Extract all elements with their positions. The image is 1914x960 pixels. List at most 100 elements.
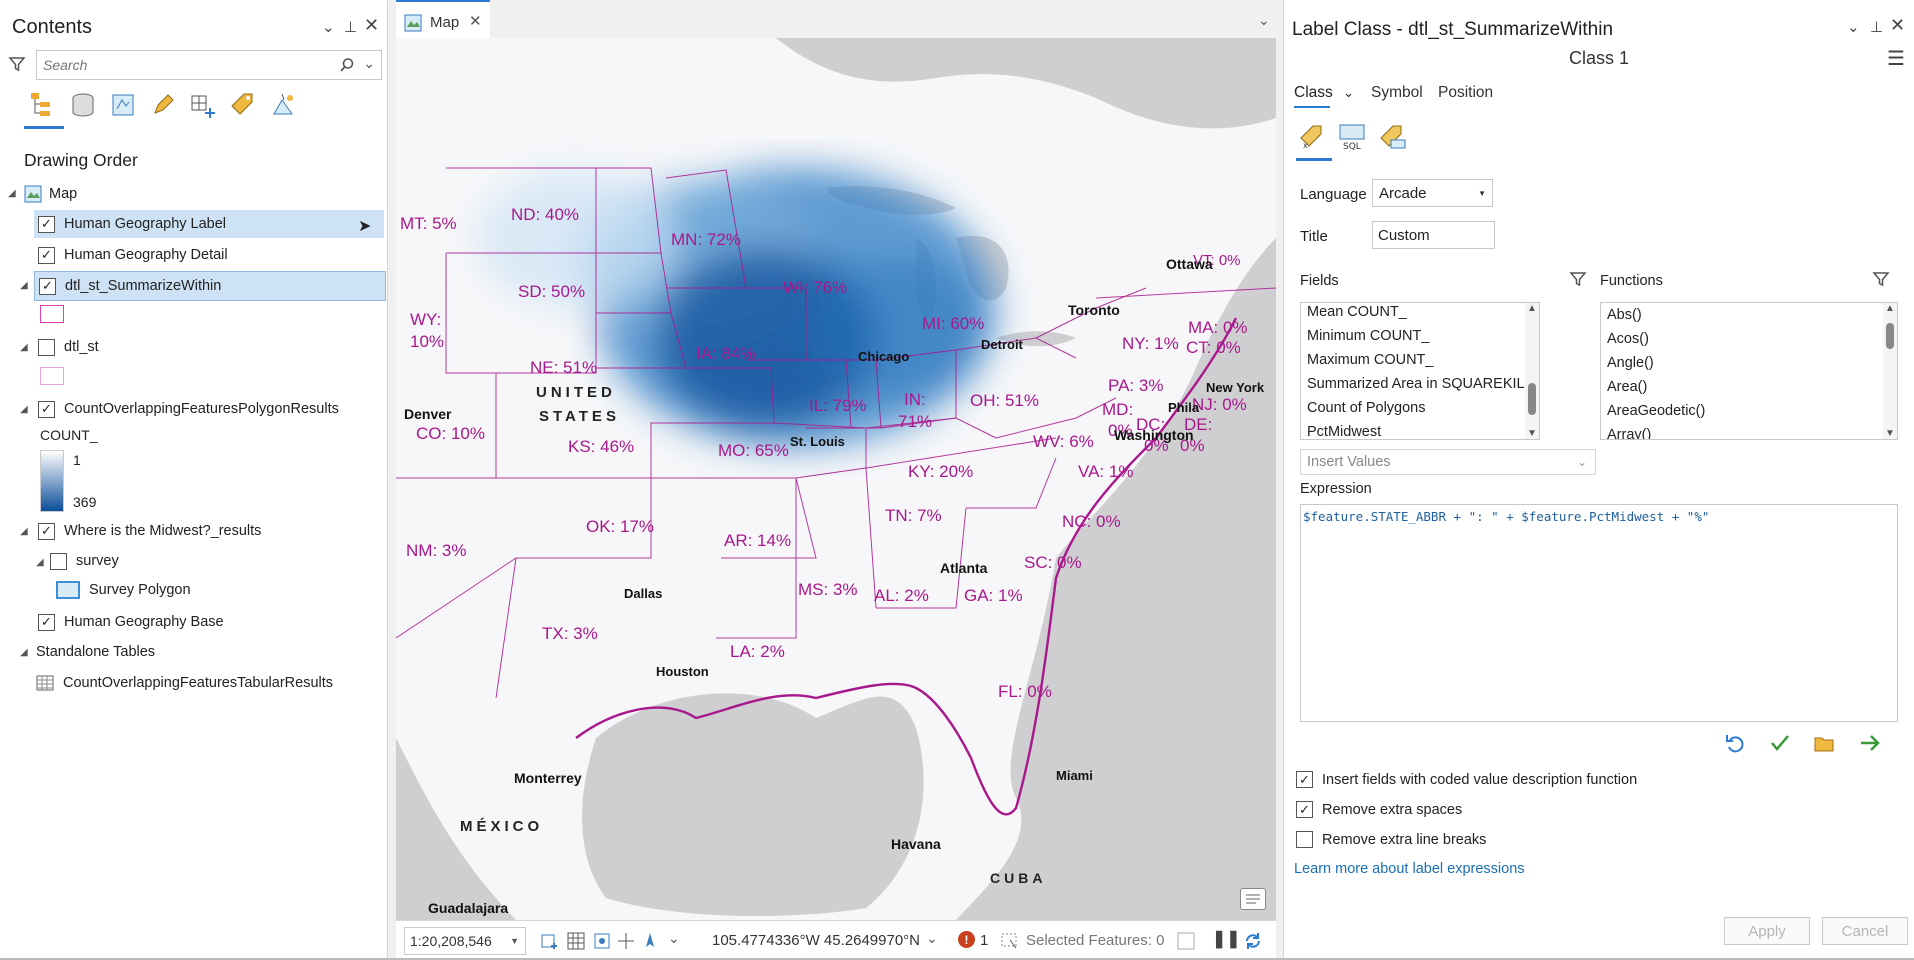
north-arrow-icon[interactable] <box>640 931 664 951</box>
zoom-to-selection-icon[interactable] <box>1176 931 1196 951</box>
layer-count-overlapping[interactable]: ✓ CountOverlappingFeaturesPolygonResults <box>34 395 339 423</box>
remove-line-breaks-checkbox-row[interactable]: Remove extra line breaks <box>1296 831 1486 848</box>
scroll-down-icon[interactable]: ▼ <box>1885 428 1895 439</box>
collapse-triangle-icon[interactable]: ◢ <box>20 342 28 353</box>
menu-icon[interactable]: ☰ <box>1887 46 1905 71</box>
collapse-triangle-icon[interactable]: ◢ <box>20 404 28 415</box>
list-by-snapping-icon[interactable] <box>186 88 220 122</box>
table-count-overlapping-tabular[interactable]: CountOverlappingFeaturesTabularResults <box>36 669 333 697</box>
layer-human-geography-base[interactable]: ✓ Human Geography Base <box>34 608 224 636</box>
field-item[interactable]: Minimum COUNT_ <box>1307 328 1429 344</box>
list-by-drawing-order-icon[interactable] <box>26 88 60 122</box>
chevron-down-icon[interactable]: ⌄ <box>322 18 335 36</box>
search-input[interactable] <box>37 51 317 79</box>
field-item[interactable]: PctMidwest <box>1307 424 1381 439</box>
tab-class[interactable]: Class ⌄ <box>1294 84 1354 102</box>
contents-search[interactable]: ⌄ <box>36 50 382 80</box>
chevron-down-icon[interactable]: ⌄ <box>926 930 938 947</box>
grid-icon[interactable] <box>566 931 586 951</box>
layer-survey[interactable]: survey <box>48 547 119 575</box>
tab-symbol[interactable]: Symbol <box>1371 84 1423 102</box>
layer-human-geography-label[interactable]: ✓ Human Geography Label ➤ <box>34 210 384 238</box>
undo-icon[interactable] <box>1724 732 1746 754</box>
list-by-labeling-icon[interactable] <box>226 88 260 122</box>
insert-values-dropdown[interactable]: Insert Values ⌄ <box>1300 449 1596 475</box>
scroll-up-icon[interactable]: ▲ <box>1527 303 1537 314</box>
chevron-down-icon[interactable]: ⌄ <box>1847 18 1860 36</box>
layer-symbol-swatch[interactable] <box>40 305 64 323</box>
refresh-icon[interactable] <box>1242 930 1264 952</box>
collapse-triangle-icon[interactable]: ◢ <box>36 557 44 568</box>
fixed-zoom-icon[interactable] <box>540 931 560 951</box>
function-item[interactable]: Array() <box>1607 427 1651 439</box>
pin-icon[interactable]: ⊥ <box>1870 18 1883 36</box>
layer-dtl-st[interactable]: dtl_st <box>34 333 99 361</box>
learn-more-link[interactable]: Learn more about label expressions <box>1294 861 1525 877</box>
chevron-down-icon[interactable]: ⌄ <box>1258 12 1270 29</box>
field-item[interactable]: Count of Polygons <box>1307 400 1426 416</box>
layer-dtl-st-summarizewithin[interactable]: ✓ dtl_st_SummarizeWithin <box>34 271 386 301</box>
map-canvas[interactable]: MT: 5% ND: 40% MN: 72% SD: 50% WI: 76% W… <box>396 38 1276 920</box>
export-arrow-icon[interactable] <box>1859 732 1881 754</box>
label-expression-icon[interactable]: x <box>1297 122 1327 152</box>
field-item[interactable]: Mean COUNT_ <box>1307 304 1407 320</box>
layer-symbol-swatch[interactable] <box>40 367 64 385</box>
warning-icon[interactable]: ! <box>958 931 975 948</box>
pause-drawing-icon[interactable]: ❚❚ <box>1212 929 1241 949</box>
constraint-icon[interactable] <box>616 931 636 951</box>
close-icon[interactable]: ✕ <box>364 15 379 36</box>
map-tips-icon[interactable] <box>1240 888 1266 910</box>
list-by-perspective-icon[interactable] <box>266 88 300 122</box>
scale-selector[interactable]: 1:20,208,546 ▼ <box>404 927 526 955</box>
layer-visibility-checkbox[interactable] <box>50 552 67 570</box>
chevron-down-icon[interactable]: ⌄ <box>363 55 375 72</box>
scroll-thumb[interactable] <box>1886 323 1894 349</box>
expression-text[interactable]: $feature.STATE_ABBR + ": " + $feature.Pc… <box>1303 509 1709 524</box>
layer-visibility-checkbox[interactable]: ✓ <box>38 522 55 540</box>
coded-value-checkbox-row[interactable]: ✓ Insert fields with coded value descrip… <box>1296 771 1637 788</box>
scroll-up-icon[interactable]: ▲ <box>1885 303 1895 314</box>
layer-visibility-checkbox[interactable] <box>38 338 55 356</box>
function-item[interactable]: AreaGeodetic() <box>1607 403 1705 419</box>
functions-scrollbar[interactable]: ▲ ▼ <box>1883 303 1897 439</box>
collapse-triangle-icon[interactable]: ◢ <box>8 188 16 199</box>
collapse-triangle-icon[interactable]: ◢ <box>20 647 28 658</box>
expression-editor[interactable]: $feature.STATE_ABBR + ": " + $feature.Pc… <box>1300 504 1898 722</box>
function-item[interactable]: Area() <box>1607 379 1647 395</box>
language-dropdown[interactable]: Arcade ▼ <box>1372 179 1493 207</box>
chevron-down-icon[interactable]: ⌄ <box>1343 85 1354 100</box>
standalone-tables-node[interactable]: Standalone Tables <box>36 638 155 666</box>
field-item[interactable]: Maximum COUNT_ <box>1307 352 1433 368</box>
checkbox[interactable]: ✓ <box>1296 801 1313 818</box>
collapse-triangle-icon[interactable]: ◢ <box>20 280 28 291</box>
chevron-down-icon[interactable]: ⌄ <box>668 930 680 947</box>
function-item[interactable]: Acos() <box>1607 331 1649 347</box>
fields-scrollbar[interactable]: ▲ ▼ <box>1525 303 1539 439</box>
snapping-icon[interactable] <box>592 931 612 951</box>
close-icon[interactable]: ✕ <box>1890 15 1905 36</box>
checkbox[interactable] <box>1296 831 1313 848</box>
functions-list[interactable]: Abs() Acos() Angle() Area() AreaGeodetic… <box>1600 302 1898 440</box>
layer-human-geography-detail[interactable]: ✓ Human Geography Detail <box>34 241 384 269</box>
verify-checkmark-icon[interactable] <box>1769 732 1791 754</box>
list-by-editing-icon[interactable] <box>146 88 180 122</box>
function-item[interactable]: Angle() <box>1607 355 1654 371</box>
layer-visibility-checkbox[interactable]: ✓ <box>38 400 55 418</box>
cancel-button[interactable]: Cancel <box>1822 917 1908 945</box>
title-input[interactable] <box>1372 221 1495 249</box>
selected-features-count[interactable]: Selected Features: 0 <box>1026 932 1164 949</box>
tree-map-node[interactable]: Map <box>24 180 77 208</box>
scroll-down-icon[interactable]: ▼ <box>1527 428 1537 439</box>
field-item[interactable]: Summarized Area in SQUAREKILOMETEF <box>1307 376 1539 392</box>
label-visibility-range-icon[interactable] <box>1377 122 1407 152</box>
search-icon[interactable] <box>339 57 355 73</box>
scroll-thumb[interactable] <box>1528 383 1536 415</box>
filter-icon[interactable] <box>8 55 26 73</box>
remove-spaces-checkbox-row[interactable]: ✓ Remove extra spaces <box>1296 801 1462 818</box>
list-by-selection-icon[interactable] <box>106 88 140 122</box>
collapse-triangle-icon[interactable]: ◢ <box>20 526 28 537</box>
filter-icon[interactable] <box>1872 270 1890 288</box>
function-item[interactable]: Abs() <box>1607 307 1642 323</box>
fields-list[interactable]: Mean COUNT_ Minimum COUNT_ Maximum COUNT… <box>1300 302 1540 440</box>
selection-icon[interactable] <box>1000 931 1020 951</box>
